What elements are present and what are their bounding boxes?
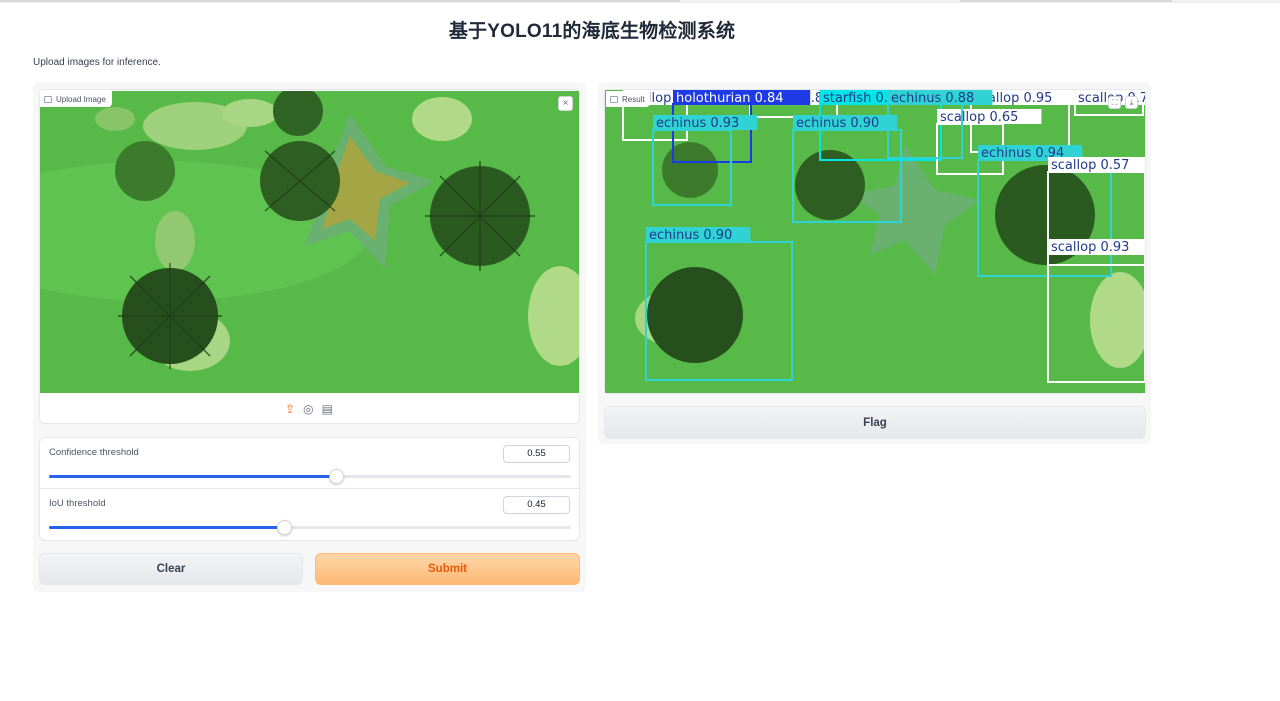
confidence-slider-fill: [49, 475, 337, 478]
detection-label: echinus 0.93: [656, 116, 739, 131]
webcam-icon[interactable]: ◎: [303, 402, 313, 416]
confidence-slider-block: Confidence threshold 0.55: [39, 437, 580, 489]
upload-toolbar: ⇪ ◎ ▤: [39, 395, 579, 423]
detection-label: scallop 0.65: [940, 110, 1018, 125]
uploaded-image: [40, 91, 579, 393]
download-icon[interactable]: ⤓: [1125, 96, 1138, 109]
detection-label: scallop 0.93: [1051, 240, 1129, 255]
confidence-slider[interactable]: [49, 469, 571, 484]
image-icon: [610, 95, 618, 103]
detection-label: echinus 0.90: [649, 228, 732, 243]
confidence-slider-thumb[interactable]: [329, 469, 345, 484]
iou-slider[interactable]: [49, 520, 571, 535]
confidence-value-input[interactable]: 0.55: [503, 445, 570, 463]
iou-label: IoU threshold: [49, 498, 106, 509]
iou-slider-thumb[interactable]: [276, 520, 292, 535]
iou-slider-block: IoU threshold 0.45: [39, 489, 580, 541]
result-image: scallop 0.90scallop 0.8holothurian 0.84s…: [605, 90, 1145, 393]
upload-icon[interactable]: ⇪: [285, 402, 295, 416]
fullscreen-icon[interactable]: ⛶: [1108, 96, 1121, 109]
detection-label: holothurian 0.84: [676, 91, 784, 106]
clear-image-button[interactable]: ×: [558, 96, 573, 111]
result-label: Result: [606, 91, 650, 107]
confidence-label: Confidence threshold: [49, 447, 139, 458]
clear-button[interactable]: Clear: [39, 553, 303, 585]
page-description: Upload images for inference.: [33, 57, 161, 68]
browser-top-bar: [0, 0, 1280, 3]
image-icon: [44, 95, 52, 103]
detection-label: echinus 0.88: [891, 91, 974, 106]
upload-image-label: Upload Image: [40, 91, 112, 107]
iou-slider-fill: [49, 526, 284, 529]
detection-label: echinus 0.90: [796, 116, 879, 131]
iou-value-input[interactable]: 0.45: [503, 496, 570, 514]
page-title: 基于YOLO11的海底生物检测系统: [448, 21, 736, 42]
submit-button[interactable]: Submit: [315, 553, 580, 585]
detection-label: scallop 0.57: [1051, 158, 1129, 173]
clipboard-icon[interactable]: ▤: [322, 402, 333, 416]
flag-button[interactable]: Flag: [604, 406, 1146, 439]
